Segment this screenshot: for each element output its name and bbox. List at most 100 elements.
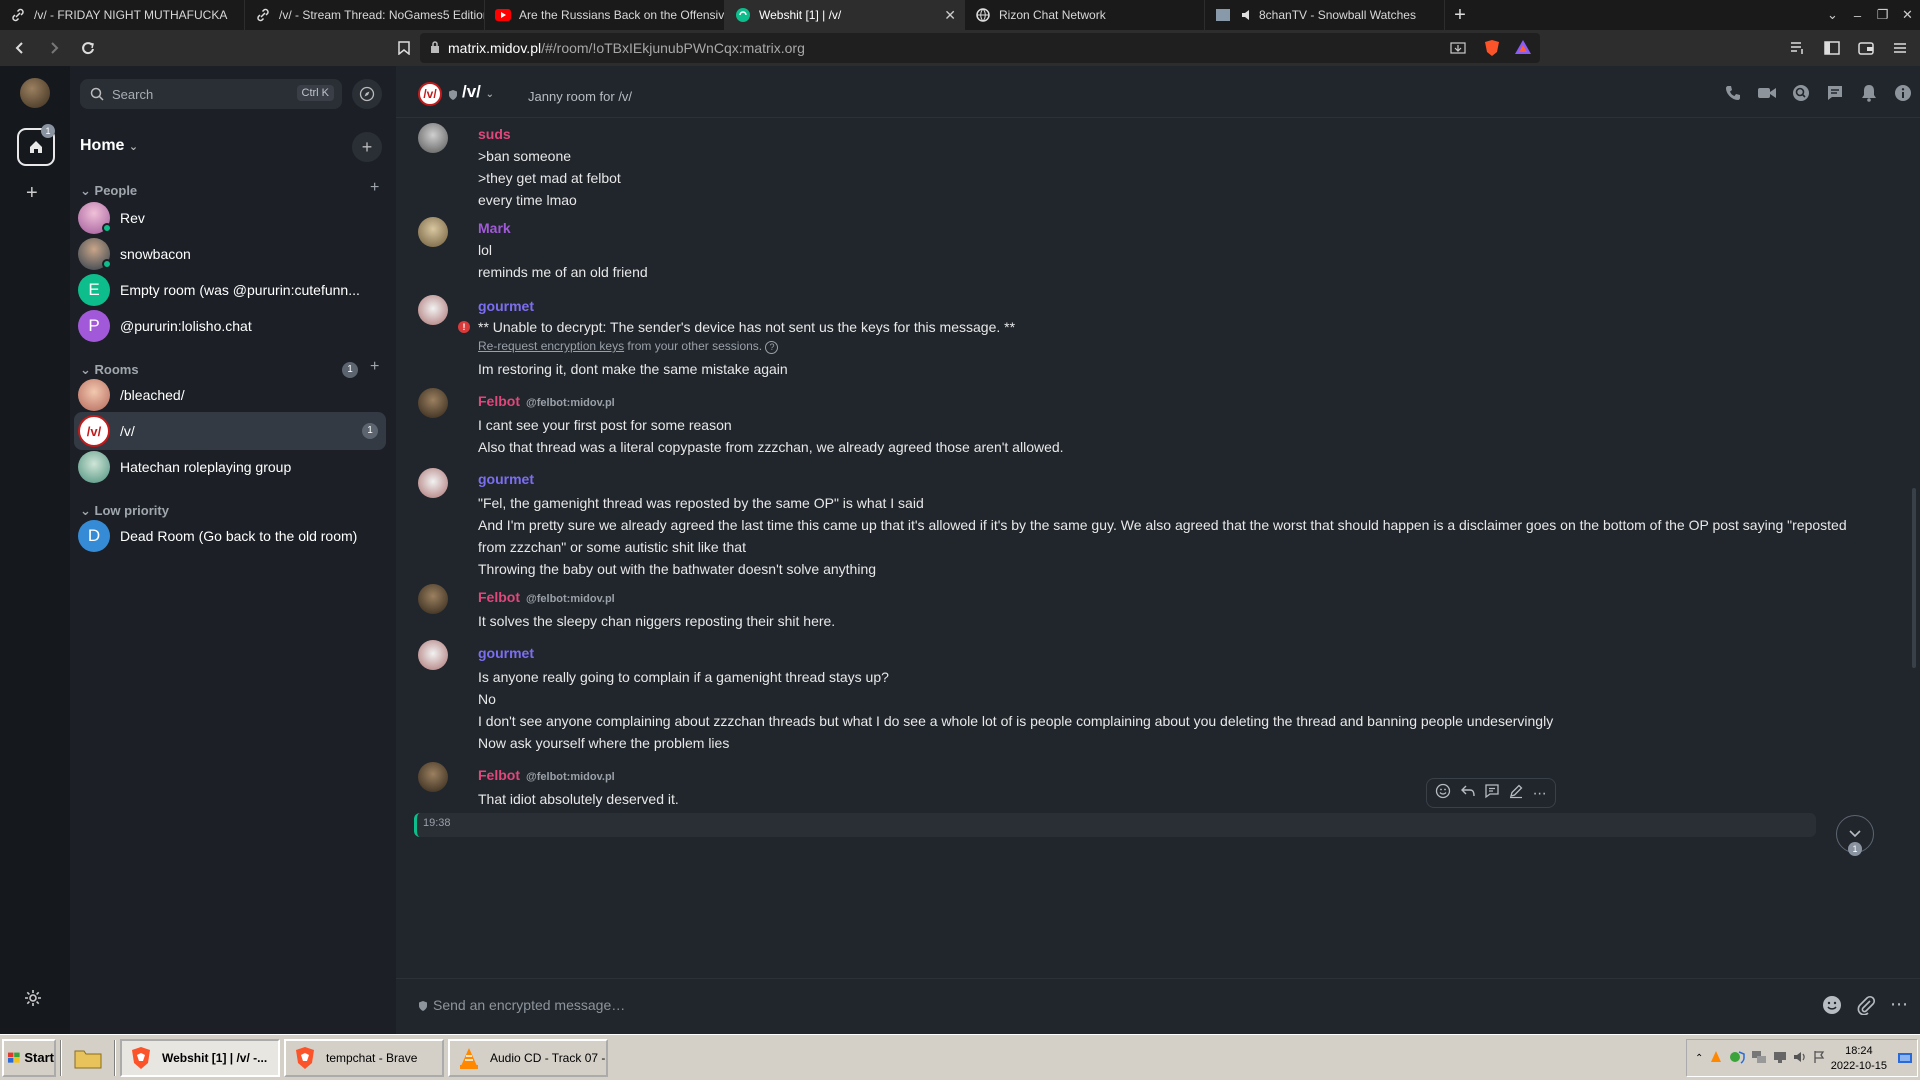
thread-reply-icon[interactable] <box>1484 783 1500 804</box>
room-item-empty-room[interactable]: E Empty room (was @pururin:cutefunn... <box>74 271 386 309</box>
more-options-icon[interactable]: ⋯ <box>1533 785 1547 802</box>
volume-icon[interactable] <box>1793 1050 1807 1067</box>
new-tab-button[interactable]: + <box>1445 0 1475 30</box>
browser-tab-2[interactable]: /v/ - Stream Thread: NoGames5 Edition <box>245 0 485 30</box>
vlc-icon <box>456 1045 482 1071</box>
sender-name[interactable]: Mark <box>478 220 511 236</box>
search-input[interactable]: Search Ctrl K <box>80 79 342 109</box>
speaker-icon[interactable] <box>1239 7 1255 23</box>
sender-name[interactable]: gourmet <box>478 471 534 487</box>
room-item-dead-room[interactable]: D Dead Room (Go back to the old room) <box>74 517 386 555</box>
create-space-button[interactable]: + <box>26 182 38 205</box>
search-icon[interactable] <box>1790 82 1812 104</box>
user-avatar[interactable] <box>20 78 50 108</box>
menu-icon[interactable] <box>1886 34 1914 62</box>
avatar[interactable] <box>418 388 448 418</box>
close-window-icon[interactable]: ✕ <box>1895 7 1920 23</box>
browser-tab-3[interactable]: Are the Russians Back on the Offensive?! <box>485 0 725 30</box>
room-item-pururin[interactable]: P @pururin:lolisho.chat <box>74 307 386 345</box>
browser-tab-6[interactable]: 8chanTV - Snowball Watches <box>1205 0 1445 30</box>
sender-name[interactable]: gourmet <box>478 645 534 661</box>
playlist-icon[interactable] <box>1784 34 1812 62</box>
vlc-icon[interactable] <box>1709 1050 1723 1067</box>
chevron-up-icon[interactable]: ⌃ <box>1695 1053 1703 1064</box>
start-chat-button[interactable]: + <box>370 179 379 197</box>
network-icon[interactable] <box>1751 1050 1767 1067</box>
browser-tab-1[interactable]: /v/ - FRIDAY NIGHT MUTHAFUCKA <box>0 0 245 30</box>
sidebar-toggle-icon[interactable] <box>1818 34 1846 62</box>
avatar[interactable] <box>418 217 448 247</box>
brave-shields-icon[interactable] <box>1484 39 1500 60</box>
timeline-scrollbar[interactable] <box>1912 488 1916 668</box>
emoji-icon[interactable] <box>1822 995 1842 1020</box>
sender-name[interactable]: suds <box>478 126 511 142</box>
restore-icon[interactable]: ❐ <box>1870 7 1895 23</box>
avatar[interactable] <box>418 584 448 614</box>
brave-rewards-icon[interactable] <box>1514 39 1532 58</box>
sender-name[interactable]: Felbot @felbot:midov.pl <box>478 589 615 605</box>
sender-name[interactable]: gourmet <box>478 298 534 314</box>
help-icon[interactable]: ? <box>765 341 779 354</box>
bookmark-icon[interactable] <box>390 34 418 62</box>
room-item-hatechan[interactable]: Hatechan roleplaying group <box>74 448 386 486</box>
rerequest-keys-link[interactable]: Re-request encryption keys <box>478 339 624 353</box>
forward-icon[interactable] <box>40 34 68 62</box>
room-item-snowbacon[interactable]: snowbacon <box>74 235 386 273</box>
back-icon[interactable] <box>6 34 34 62</box>
room-info-icon[interactable] <box>1892 82 1914 104</box>
avatar[interactable] <box>418 640 448 670</box>
react-icon[interactable] <box>1435 783 1451 804</box>
taskbar-task-tempchat[interactable]: tempchat - Brave <box>284 1038 444 1077</box>
file-explorer-icon[interactable] <box>66 1039 110 1077</box>
home-header[interactable]: Home ⌄ <box>80 137 138 155</box>
edit-icon[interactable] <box>1508 783 1524 804</box>
browser-tab-4[interactable]: Webshit [1] | /v/ ✕ <box>725 0 965 30</box>
message-body: Throwing the baby out with the bathwater… <box>478 561 877 577</box>
room-item-v[interactable]: /v/ /v/ 1 <box>74 412 386 450</box>
install-app-icon[interactable] <box>1450 40 1466 59</box>
room-title[interactable]: /v/ ⌄ <box>462 82 494 102</box>
flag-icon[interactable] <box>1813 1050 1825 1067</box>
windows-logo-icon <box>8 1052 20 1063</box>
avatar[interactable] <box>418 762 448 792</box>
explore-rooms-button[interactable] <box>352 79 382 109</box>
add-room-button[interactable]: + <box>370 358 379 376</box>
minimize-icon[interactable]: – <box>1845 8 1870 23</box>
message-input[interactable]: Send an encrypted message… <box>433 997 625 1013</box>
avatar[interactable] <box>418 295 448 325</box>
voice-call-icon[interactable] <box>1722 82 1744 104</box>
taskbar-task-audio-cd[interactable]: Audio CD - Track 07 -... <box>448 1038 608 1077</box>
wallet-icon[interactable] <box>1852 34 1880 62</box>
start-button[interactable]: Start <box>2 1038 56 1077</box>
threads-icon[interactable] <box>1824 82 1846 104</box>
browser-tab-5[interactable]: Rizon Chat Network <box>965 0 1205 30</box>
sender-name[interactable]: Felbot @felbot:midov.pl <box>478 393 615 409</box>
clock[interactable]: 18:24 2022-10-15 <box>1831 1044 1887 1074</box>
display-icon[interactable] <box>1773 1050 1787 1067</box>
bell-icon[interactable] <box>1858 82 1880 104</box>
room-item-bleached[interactable]: /bleached/ <box>74 376 386 414</box>
reload-icon[interactable] <box>74 34 102 62</box>
room-item-rev[interactable]: Rev <box>74 199 386 237</box>
gear-icon[interactable] <box>24 989 42 1012</box>
people-section-header[interactable]: ⌄ People <box>80 183 137 199</box>
show-desktop-icon[interactable] <box>1897 1050 1913 1069</box>
message-body: >ban someone <box>478 148 572 164</box>
security-icon[interactable] <box>1729 1050 1746 1067</box>
taskbar-task-webshit[interactable]: Webshit [1] | /v/ -... <box>120 1038 280 1077</box>
sender-name[interactable]: Felbot @felbot:midov.pl <box>478 767 615 783</box>
more-options-icon[interactable]: ⋯ <box>1890 995 1908 1020</box>
hovered-message-row[interactable]: 19:38 <box>414 813 1816 837</box>
reply-icon[interactable] <box>1460 784 1476 803</box>
message-body: every time lmao <box>478 192 577 208</box>
timeline: suds >ban someone >they get mad at felbo… <box>396 118 1920 978</box>
add-room-button[interactable]: + <box>352 132 382 162</box>
address-bar[interactable]: matrix.midov.pl/#/room/!oTBxIEkjunubPWnC… <box>420 33 1540 63</box>
video-call-icon[interactable] <box>1756 82 1778 104</box>
avatar[interactable] <box>418 468 448 498</box>
avatar[interactable] <box>418 123 448 153</box>
tab-list-chevron-icon[interactable]: ⌄ <box>1820 7 1845 23</box>
room-avatar[interactable]: /v/ <box>418 82 442 106</box>
attachment-icon[interactable] <box>1856 995 1876 1020</box>
close-icon[interactable]: ✕ <box>944 7 956 24</box>
